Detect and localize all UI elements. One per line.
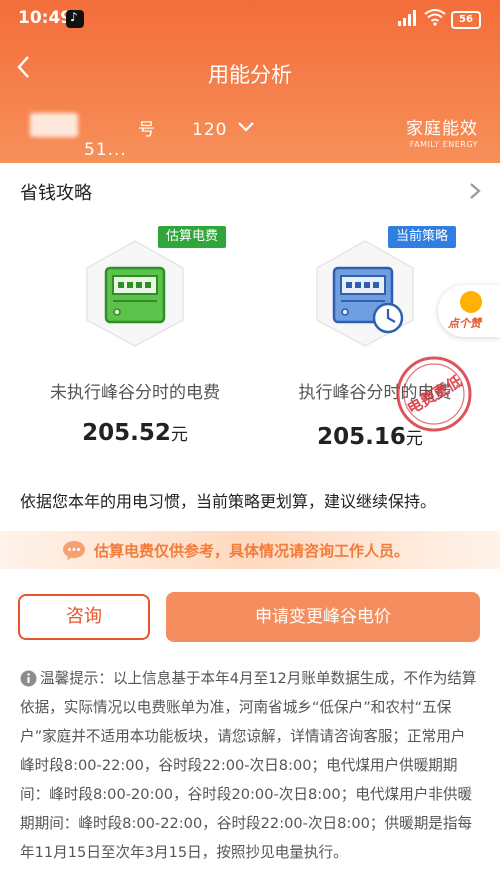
money-saving-tips-row[interactable]: 省钱攻略 <box>0 163 500 219</box>
chat-bubble-icon <box>63 541 85 560</box>
warm-tip-text: 温馨提示：以上信息基于本年4月至12月账单数据生成，不作为结算依据，实际情况以电… <box>20 670 477 861</box>
tiktok-notification-icon: ♪ <box>66 10 84 28</box>
title-bar: 用能分析 <box>0 46 500 102</box>
money-saving-tips-label: 省钱攻略 <box>20 183 92 204</box>
advice-text: 依据您本年的用电习惯，当前策略更划算，建议继续保持。 <box>20 492 437 511</box>
meter-green-icon <box>86 240 184 347</box>
brand-logo: 家庭能效 FAMILY ENERGY <box>406 114 478 149</box>
chevron-down-icon <box>238 122 254 132</box>
lower-fee-stamp: 电费更低 <box>396 356 472 432</box>
apply-peak-valley-button[interactable]: 申请变更峰谷电价 <box>166 592 480 642</box>
like-label: 点个赞 <box>448 317 481 330</box>
brand-name-cn: 家庭能效 <box>406 119 478 139</box>
no-peak-valley-caption: 未执行峰谷分时的电费 <box>50 383 220 403</box>
wifi-icon <box>424 9 446 26</box>
amount-value: 205.52 <box>82 420 171 446</box>
stamp-text: 电费更低 <box>404 372 465 418</box>
clock: 10:49 <box>18 8 73 28</box>
meter-clock-blue-icon <box>316 240 414 347</box>
like-float-button[interactable]: 点个赞 <box>438 285 500 337</box>
brand-name-en: FAMILY ENERGY <box>409 140 478 149</box>
notice-banner: 估算电费仅供参考，具体情况请咨询工作人员。 <box>0 531 500 569</box>
amount-unit: 元 <box>170 425 188 445</box>
chevron-right-icon <box>470 183 481 199</box>
current-strategy-tag: 当前策略 <box>388 226 457 248</box>
notice-text: 估算电费仅供参考，具体情况请咨询工作人员。 <box>94 542 410 560</box>
signal-icon <box>398 10 416 26</box>
consult-button[interactable]: 咨询 <box>18 594 150 640</box>
battery-indicator: 56 <box>451 11 481 29</box>
page-title: 用能分析 <box>208 63 292 87</box>
estimated-fee-tag: 估算电费 <box>158 226 227 248</box>
header: 10:49 ♪ 56 用能分析 号 120 51... 家庭能效 FAMILY … <box>0 0 500 163</box>
amount-value: 205.16 <box>317 424 406 450</box>
account-avatar-redacted <box>30 113 78 137</box>
no-peak-valley-amount: 205.52元 <box>20 420 250 446</box>
account-selector[interactable]: 号 120 51... <box>20 110 270 160</box>
smiley-icon <box>460 291 482 313</box>
status-bar: 10:49 ♪ 56 <box>0 0 500 38</box>
